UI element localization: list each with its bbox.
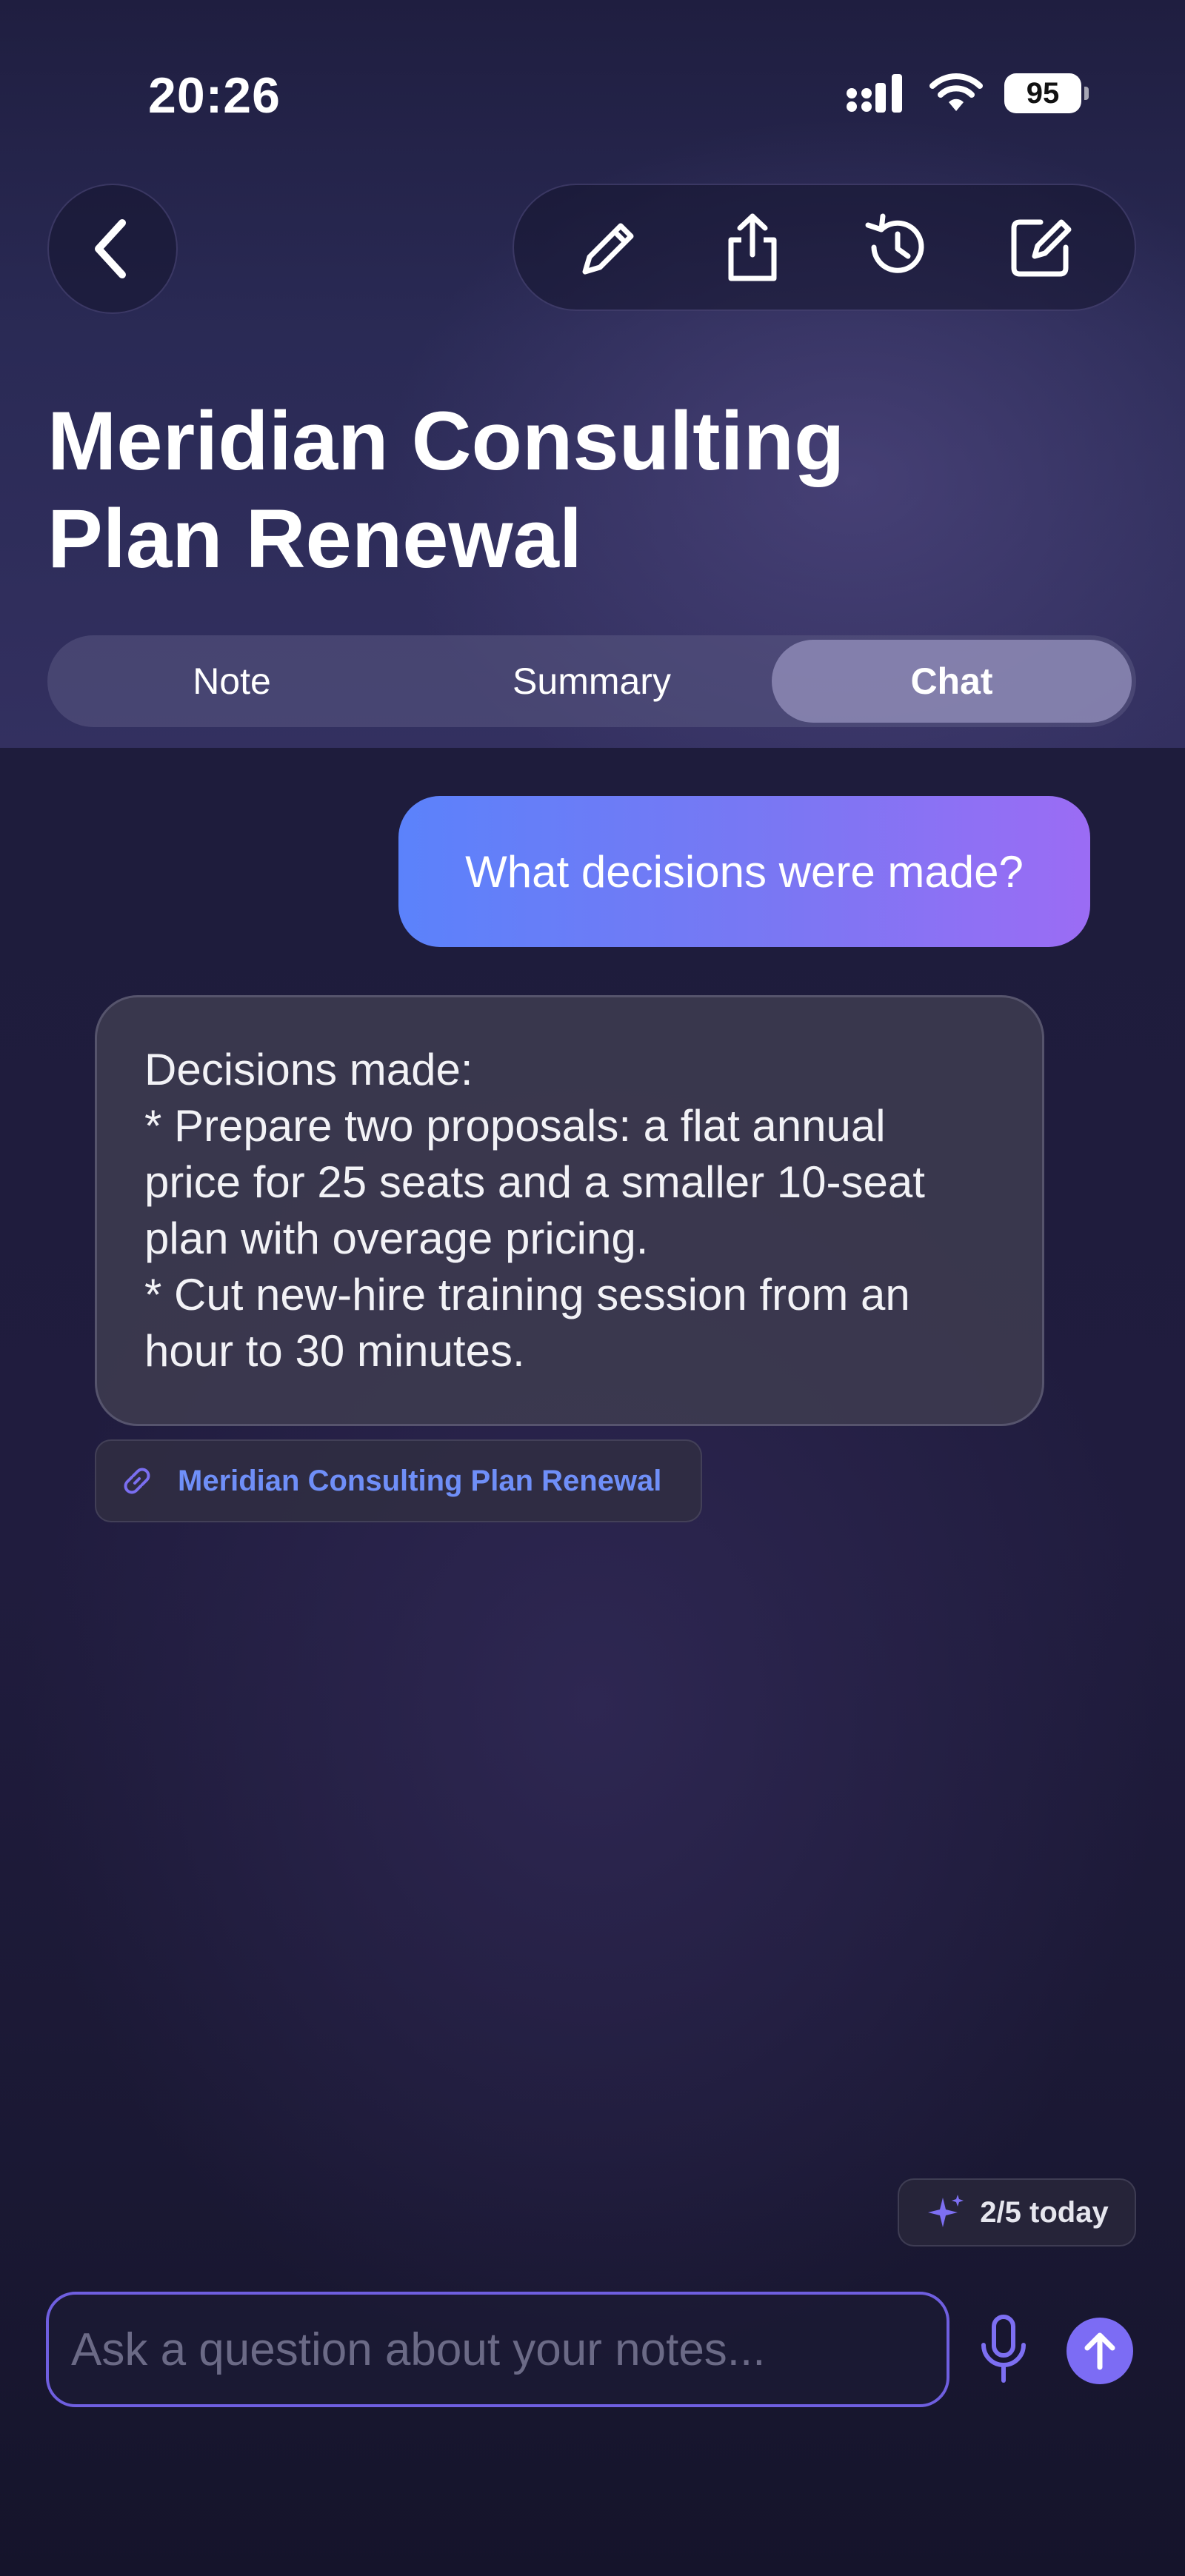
link-icon bbox=[124, 1468, 150, 1494]
source-note-label: Meridian Consulting Plan Renewal bbox=[178, 1464, 662, 1497]
send-button[interactable] bbox=[1066, 2318, 1133, 2384]
microphone-icon bbox=[981, 2315, 1026, 2383]
compose-icon bbox=[1011, 219, 1072, 277]
view-tabs: Note Summary Chat bbox=[47, 635, 1136, 727]
battery-icon: 95 bbox=[1004, 73, 1089, 113]
sparkle-icon bbox=[928, 2195, 964, 2227]
assistant-message-line: * Cut new-hire training session from an bbox=[144, 1270, 910, 1319]
arrow-up-icon bbox=[1084, 2332, 1115, 2370]
voice-input-button[interactable] bbox=[970, 2309, 1037, 2390]
compose-button[interactable] bbox=[1000, 207, 1081, 288]
share-icon bbox=[728, 213, 777, 281]
assistant-message-line: hour to 30 minutes. bbox=[144, 1326, 525, 1376]
wifi-icon bbox=[929, 73, 983, 111]
user-message-bubble: What decisions were made? bbox=[398, 796, 1090, 947]
page-title: Meridian Consulting Plan Renewal bbox=[47, 392, 1084, 588]
back-button[interactable] bbox=[47, 184, 178, 314]
tab-note[interactable]: Note bbox=[52, 640, 412, 723]
daily-quota-label: 2/5 today bbox=[980, 2195, 1109, 2229]
note-toolbar bbox=[513, 184, 1136, 311]
assistant-message-bubble: Decisions made: * Prepare two proposals:… bbox=[95, 995, 1044, 1426]
history-button[interactable] bbox=[855, 207, 937, 288]
assistant-message-line: Decisions made: bbox=[144, 1045, 473, 1094]
question-input[interactable] bbox=[46, 2292, 949, 2407]
page-title-line1: Meridian Consulting bbox=[47, 395, 845, 487]
assistant-message-line: plan with overage pricing. bbox=[144, 1214, 649, 1263]
chevron-left-icon bbox=[95, 219, 126, 278]
assistant-message-line: price for 25 seats and a smaller 10-seat bbox=[144, 1157, 925, 1207]
tab-summary[interactable]: Summary bbox=[412, 640, 772, 723]
signal-icon bbox=[847, 74, 902, 113]
pencil-icon bbox=[582, 223, 634, 275]
assistant-message-line: * Prepare two proposals: a flat annual bbox=[144, 1101, 886, 1151]
status-bar: 20:26 95 bbox=[0, 0, 1185, 148]
tab-chat[interactable]: Chat bbox=[772, 640, 1132, 723]
daily-quota-badge: 2/5 today bbox=[898, 2178, 1136, 2247]
share-button[interactable] bbox=[712, 207, 793, 288]
source-note-link[interactable]: Meridian Consulting Plan Renewal bbox=[95, 1439, 702, 1522]
history-icon bbox=[865, 213, 924, 273]
status-icons: 95 bbox=[846, 73, 1089, 114]
edit-button[interactable] bbox=[567, 207, 649, 288]
status-time: 20:26 bbox=[148, 67, 281, 124]
page-title-line2: Plan Renewal bbox=[47, 492, 583, 585]
